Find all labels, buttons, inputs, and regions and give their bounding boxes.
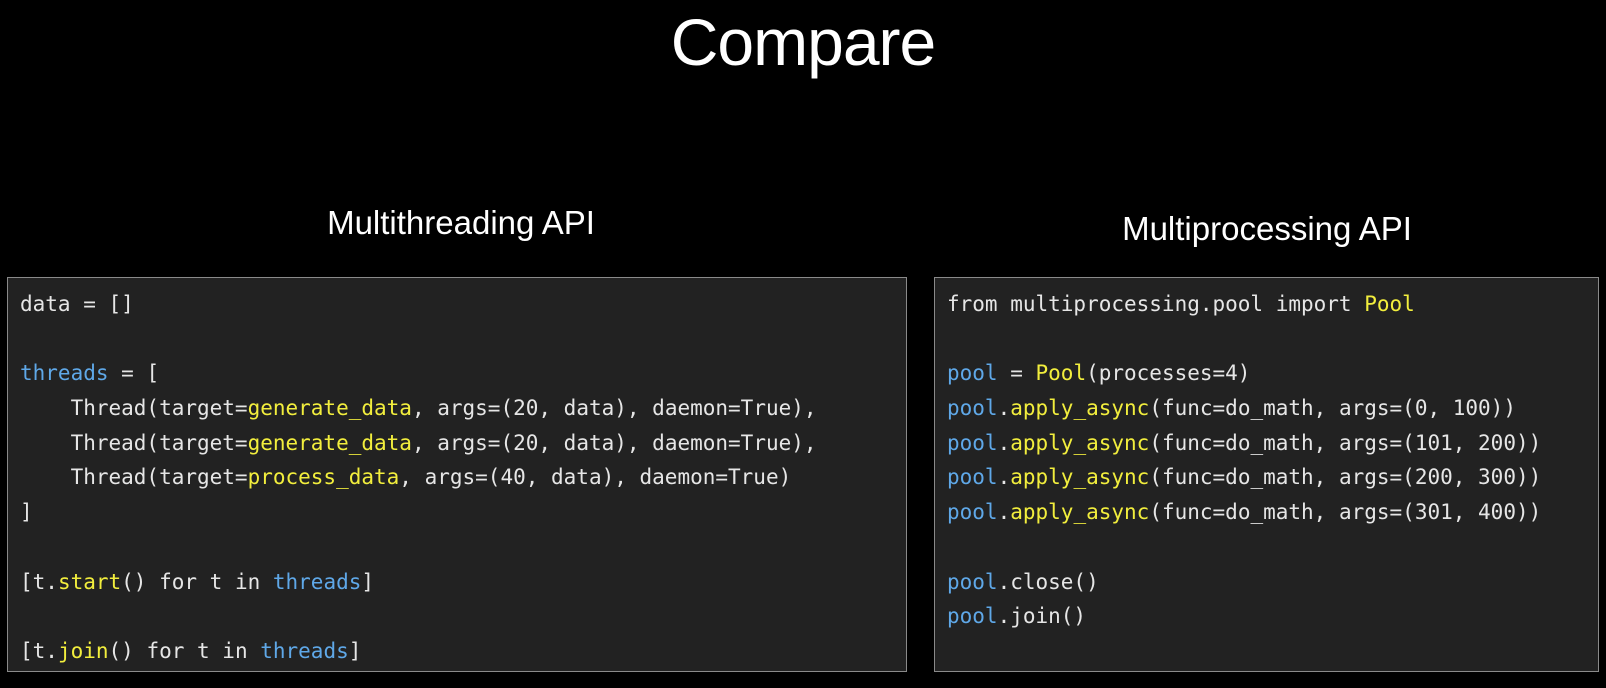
code-line: pool.apply_async(func=do_math, args=(101… xyxy=(947,426,1541,461)
code-identifier: threads xyxy=(272,569,362,594)
multiprocessing-code-block: from multiprocessing.pool import Pool poo… xyxy=(947,287,1541,634)
code-line: [t.start() for t in threads] xyxy=(20,565,817,600)
code-line: data = [] xyxy=(20,287,817,322)
code-text: . xyxy=(997,396,1011,421)
multithreading-code-panel: data = [] threads = [ Thread(target=gener… xyxy=(7,277,907,672)
multiprocessing-code-panel: from multiprocessing.pool import Pool poo… xyxy=(934,277,1599,672)
code-line: pool.apply_async(func=do_math, args=(0, … xyxy=(947,391,1541,426)
code-text: ] xyxy=(361,569,375,594)
code-function-name: apply_async xyxy=(1010,465,1150,490)
code-text: Thread(target= xyxy=(20,465,248,490)
code-function-name: apply_async xyxy=(1010,396,1150,421)
code-line: Thread(target=generate_data, args=(20, d… xyxy=(20,391,817,426)
code-function-name: apply_async xyxy=(1010,430,1150,455)
code-function-name: generate_data xyxy=(247,430,412,455)
code-text: data = [] xyxy=(20,292,134,316)
code-text: [t. xyxy=(20,638,58,663)
code-text: [t. xyxy=(20,569,58,594)
multithreading-heading: Multithreading API xyxy=(327,204,595,241)
code-text: Thread(target= xyxy=(20,396,248,421)
code-line: ] xyxy=(20,495,817,530)
code-line: [t.join() for t in threads] xyxy=(20,634,817,669)
code-text: , args=(20, data), daemon=True), xyxy=(411,430,817,455)
code-text: from multiprocessing.pool import xyxy=(947,292,1365,316)
code-text: ] xyxy=(20,500,33,525)
code-text: ] xyxy=(348,638,362,663)
code-text: , args=(20, data), daemon=True), xyxy=(411,396,817,421)
code-text: () for t in xyxy=(108,638,261,663)
code-identifier: pool xyxy=(947,430,998,455)
code-line: pool.apply_async(func=do_math, args=(301… xyxy=(947,495,1541,530)
code-function-name: join xyxy=(57,638,109,663)
code-function-name: Pool xyxy=(1035,361,1087,386)
code-text: (func=do_math, args=(200, 300)) xyxy=(1149,465,1542,490)
slide-title: Compare xyxy=(670,5,936,79)
code-text: = xyxy=(997,361,1036,386)
code-identifier: pool xyxy=(947,465,998,490)
code-text: , args=(40, data), daemon=True) xyxy=(399,465,792,490)
code-identifier: threads xyxy=(260,638,349,663)
code-text: .join() xyxy=(997,604,1087,629)
code-text: (func=do_math, args=(0, 100)) xyxy=(1149,396,1516,421)
code-function-name: process_data xyxy=(247,465,400,490)
code-line: pool.apply_async(func=do_math, args=(200… xyxy=(947,460,1541,495)
code-text: Thread(target= xyxy=(20,430,248,455)
code-identifier: pool xyxy=(947,604,998,629)
code-line: Thread(target=generate_data, args=(20, d… xyxy=(20,426,817,461)
multithreading-code-block: data = [] threads = [ Thread(target=gener… xyxy=(20,287,817,669)
code-identifier: pool xyxy=(947,361,998,386)
code-line: threads = [ xyxy=(20,356,817,391)
code-function-name: start xyxy=(57,569,122,594)
code-line: pool.join() xyxy=(947,599,1541,634)
code-text: (func=do_math, args=(101, 200)) xyxy=(1149,430,1542,455)
code-line: Thread(target=process_data, args=(40, da… xyxy=(20,460,817,495)
code-line: from multiprocessing.pool import Pool xyxy=(947,287,1541,322)
code-line: pool = Pool(processes=4) xyxy=(947,356,1541,391)
code-line: pool.close() xyxy=(947,565,1541,600)
code-identifier: threads xyxy=(20,361,109,386)
code-text: . xyxy=(997,465,1011,490)
code-text: (func=do_math, args=(301, 400)) xyxy=(1149,500,1542,525)
code-function-name: apply_async xyxy=(1010,500,1150,525)
code-text: . xyxy=(997,500,1011,525)
code-identifier: pool xyxy=(947,500,998,525)
multiprocessing-heading: Multiprocessing API xyxy=(1122,210,1412,247)
code-text: .close() xyxy=(997,569,1099,594)
code-identifier: pool xyxy=(947,396,998,421)
code-function-name: Pool xyxy=(1364,292,1415,316)
code-text: = [ xyxy=(108,361,160,386)
code-text: (processes=4) xyxy=(1086,361,1251,386)
code-identifier: pool xyxy=(947,569,998,594)
code-function-name: generate_data xyxy=(247,396,412,421)
code-text: () for t in xyxy=(121,569,273,594)
code-text: . xyxy=(997,430,1011,455)
